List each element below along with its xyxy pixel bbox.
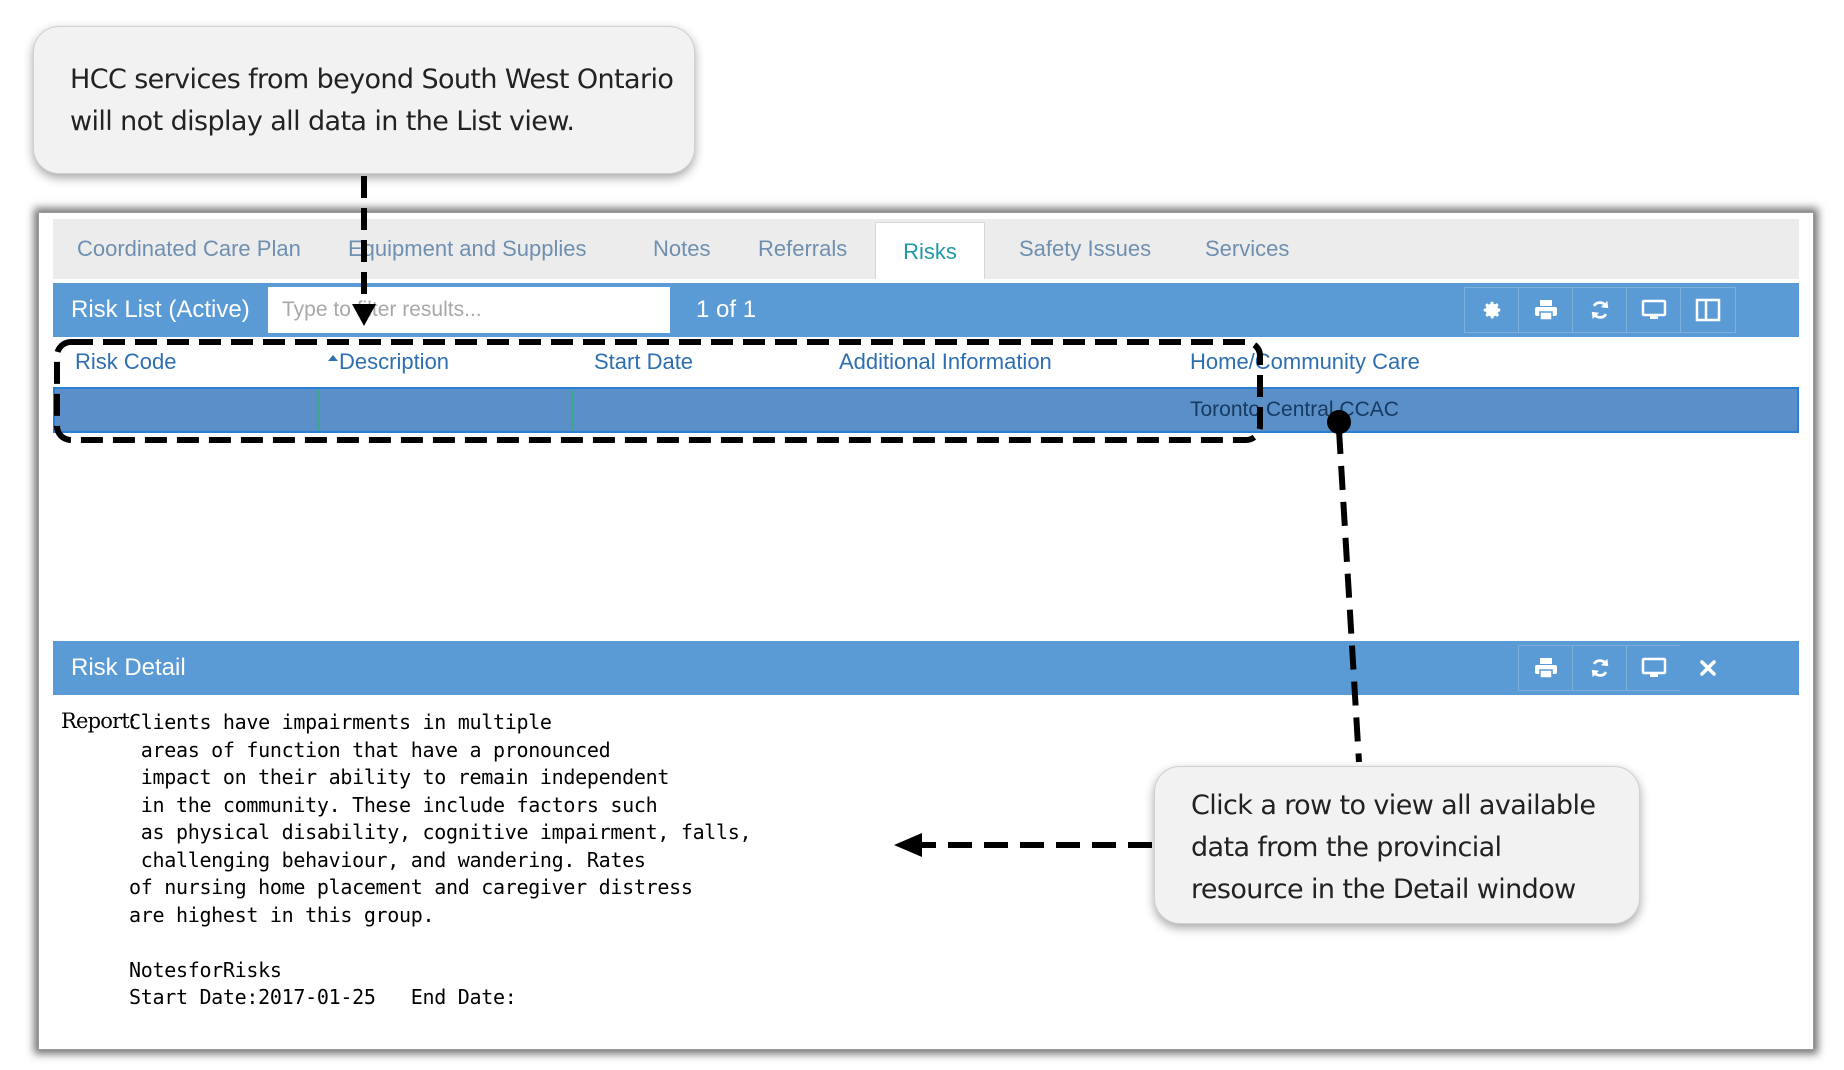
- columns-button[interactable]: [1680, 287, 1736, 333]
- refresh-button[interactable]: [1572, 287, 1628, 333]
- print-icon: [1535, 658, 1557, 679]
- cell-home-community-care: Toronto Central CCAC: [1190, 398, 1399, 421]
- table-row[interactable]: Toronto Central CCAC: [53, 387, 1799, 433]
- close-icon: [1700, 660, 1716, 676]
- detail-display-button[interactable]: [1626, 645, 1682, 691]
- print-button[interactable]: [1518, 287, 1574, 333]
- print-icon: [1535, 300, 1557, 321]
- risk-table-header: Risk Code Description Start Date Additio…: [53, 337, 1799, 387]
- detail-print-button[interactable]: [1518, 645, 1574, 691]
- columns-icon: [1695, 298, 1721, 322]
- cell-divider: [571, 389, 573, 431]
- cell-divider: [317, 389, 319, 431]
- risk-list-title: Risk List (Active): [71, 296, 250, 323]
- gear-icon: [1483, 301, 1501, 319]
- sort-ascending-icon[interactable]: [328, 355, 338, 361]
- refresh-icon: [1591, 300, 1609, 320]
- refresh-icon: [1591, 658, 1609, 678]
- settings-button[interactable]: [1464, 287, 1520, 333]
- tab-notes[interactable]: Notes: [653, 219, 710, 279]
- tab-bar: Coordinated Care Plan Equipment and Supp…: [53, 219, 1799, 279]
- callout-detail-view-note: Click a row to view all available data f…: [1154, 766, 1640, 924]
- callout-text-line: Click a row to view all available: [1191, 790, 1596, 821]
- callout-text-line: HCC services from beyond South West Onta…: [70, 64, 674, 95]
- monitor-icon: [1641, 657, 1667, 677]
- pager-count: 1 of 1: [696, 296, 757, 323]
- detail-close-button[interactable]: [1680, 645, 1736, 691]
- tab-equipment-and-supplies[interactable]: Equipment and Supplies: [348, 219, 587, 279]
- report-label: Report:: [61, 709, 136, 733]
- detail-refresh-button[interactable]: [1572, 645, 1628, 691]
- callout-text-line: will not display all data in the List vi…: [70, 106, 575, 137]
- column-header-additional-information[interactable]: Additional Information: [839, 337, 1052, 387]
- tab-services[interactable]: Services: [1205, 219, 1289, 279]
- column-header-home-community-care[interactable]: Home/Community Care: [1190, 337, 1420, 387]
- risk-detail-title: Risk Detail: [71, 654, 186, 681]
- risk-list-header: Risk List (Active) 1 of 1: [53, 283, 1799, 337]
- tab-safety-issues[interactable]: Safety Issues: [1019, 219, 1151, 279]
- column-header-start-date[interactable]: Start Date: [594, 337, 693, 387]
- column-header-risk-code[interactable]: Risk Code: [75, 337, 176, 387]
- tab-risks[interactable]: Risks: [875, 222, 985, 279]
- app-window: Coordinated Care Plan Equipment and Supp…: [38, 212, 1814, 1050]
- callout-text-line: data from the provincial: [1191, 832, 1502, 863]
- column-header-description[interactable]: Description: [339, 337, 449, 387]
- tab-coordinated-care-plan[interactable]: Coordinated Care Plan: [77, 219, 301, 279]
- monitor-icon: [1641, 299, 1667, 319]
- filter-input[interactable]: [268, 287, 670, 333]
- callout-text-line: resource in the Detail window: [1191, 874, 1576, 905]
- callout-list-view-note: HCC services from beyond South West Onta…: [33, 26, 695, 174]
- tab-referrals[interactable]: Referrals: [758, 219, 847, 279]
- display-button[interactable]: [1626, 287, 1682, 333]
- risk-detail-header: Risk Detail: [53, 641, 1799, 695]
- report-text: Clients have impairments in multiple are…: [129, 710, 752, 1009]
